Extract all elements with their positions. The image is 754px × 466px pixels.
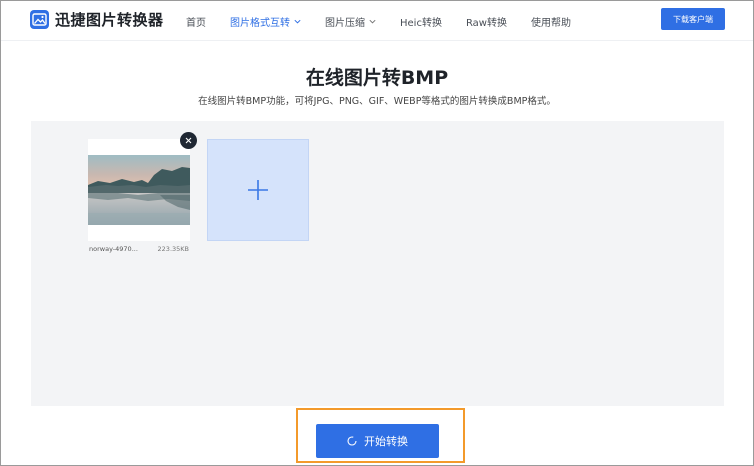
nav-item-label: 图片压缩 (325, 17, 365, 29)
add-file-button[interactable] (207, 139, 309, 241)
start-convert-button[interactable]: 开始转换 (316, 424, 439, 458)
close-icon (185, 137, 192, 144)
nav-item-compress[interactable]: 图片压缩 (325, 14, 376, 29)
image-logo-icon (30, 10, 49, 29)
nav-item-heic[interactable]: Heic转换 (400, 14, 442, 29)
spinner-icon (347, 436, 357, 446)
nav-item-label: Heic转换 (400, 17, 442, 29)
brand-logo[interactable]: 迅捷图片转换器 (30, 9, 164, 30)
nav-item-raw[interactable]: Raw转换 (466, 14, 507, 29)
file-thumbnail-image (88, 155, 190, 225)
nav-item-label: 使用帮助 (531, 17, 571, 29)
plus-icon (248, 180, 268, 200)
remove-file-button[interactable] (180, 132, 197, 149)
brand-name: 迅捷图片转换器 (55, 11, 164, 29)
nav-item-label: 首页 (186, 17, 206, 29)
chevron-down-icon (369, 18, 376, 25)
file-size: 223.35KB (157, 245, 189, 253)
download-client-button[interactable]: 下载客户端 (661, 8, 725, 30)
top-header: 迅捷图片转换器 首页 图片格式互转 图片压缩 Heic转换 Raw转换 使用帮助… (1, 1, 753, 41)
nav-item-help[interactable]: 使用帮助 (531, 14, 571, 29)
start-convert-label: 开始转换 (364, 435, 408, 448)
page-title: 在线图片转BMP (305, 67, 449, 89)
nav-item-label: 图片格式互转 (230, 17, 290, 29)
page-subtitle: 在线图片转BMP功能，可将JPG、PNG、GIF、WEBP等格式的图片转换成BM… (198, 96, 556, 107)
nav-item-format-convert[interactable]: 图片格式互转 (230, 14, 301, 29)
file-thumbnail-card[interactable] (88, 139, 190, 241)
nav-item-home[interactable]: 首页 (186, 14, 206, 29)
file-name: norway-4970... (89, 245, 138, 253)
chevron-down-icon (294, 18, 301, 25)
main-nav: 首页 图片格式互转 图片压缩 Heic转换 Raw转换 使用帮助 (186, 1, 595, 41)
nav-item-label: Raw转换 (465, 17, 507, 29)
